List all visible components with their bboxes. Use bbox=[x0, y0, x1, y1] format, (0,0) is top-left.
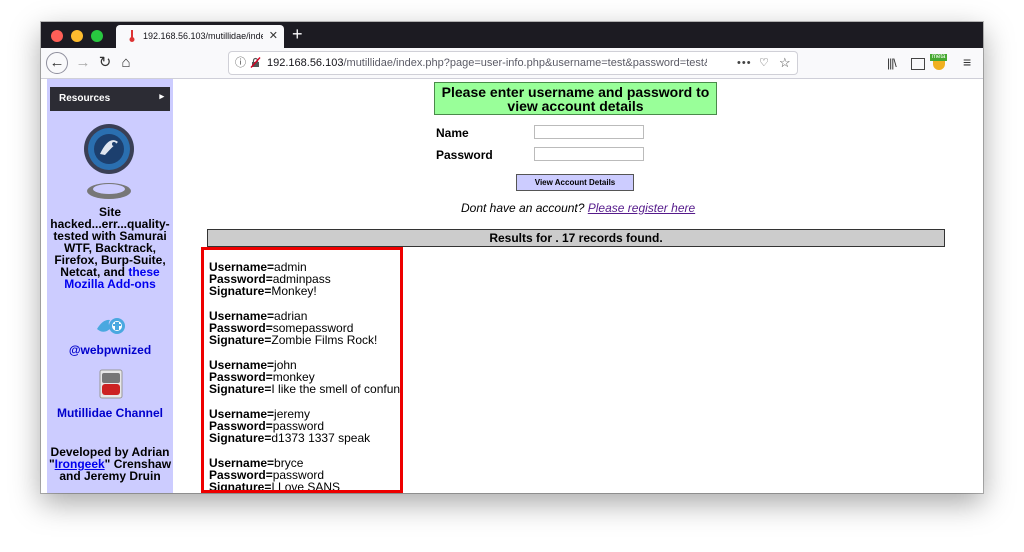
meta-extension-icon[interactable]: meta bbox=[930, 54, 948, 70]
info-icon[interactable]: ⓘ bbox=[235, 52, 246, 74]
developed-by-text: Developed by Adrian "Irongeek" Crenshaw … bbox=[48, 445, 172, 483]
minimize-window-button[interactable] bbox=[71, 30, 83, 42]
results-highlight-box: Username=admin Password=adminpass Signat… bbox=[201, 247, 403, 493]
record-item: Username=adrian Password=somepassword Si… bbox=[209, 309, 378, 347]
maximize-window-button[interactable] bbox=[91, 30, 103, 42]
reload-button[interactable]: ↻ bbox=[96, 52, 114, 74]
site-tested-text: Site hacked...err...quality-tested with … bbox=[50, 205, 170, 291]
close-window-button[interactable] bbox=[51, 30, 63, 42]
library-icon[interactable]: |||\ bbox=[887, 56, 897, 70]
sidebar-toggle-icon[interactable] bbox=[911, 58, 925, 70]
thermometer-favicon-icon bbox=[129, 30, 135, 42]
insecure-lock-icon bbox=[250, 57, 261, 68]
url-bar[interactable]: ⓘ 192.168.56.103/mutillidae/index.php?pa… bbox=[229, 52, 797, 74]
view-account-details-button[interactable]: View Account Details bbox=[516, 174, 634, 191]
name-input[interactable] bbox=[534, 125, 644, 139]
page-content: Resources ▸ Site hacked...err...quality-… bbox=[41, 79, 983, 493]
twitter-link[interactable]: @webpwnized bbox=[47, 343, 173, 357]
left-sidebar: Resources ▸ Site hacked...err...quality-… bbox=[47, 79, 173, 493]
tab-close-icon[interactable]: ✕ bbox=[269, 29, 278, 42]
chevron-right-icon: ▸ bbox=[159, 91, 164, 101]
pocket-icon[interactable]: ♡ bbox=[759, 52, 769, 74]
password-input[interactable] bbox=[534, 147, 644, 161]
resources-menu[interactable]: Resources ▸ bbox=[50, 87, 170, 111]
hamburger-menu-icon[interactable]: ≡ bbox=[963, 54, 971, 70]
results-header: Results for . 17 records found. bbox=[207, 229, 945, 247]
bookmark-star-icon[interactable]: ☆ bbox=[779, 52, 791, 74]
tab-bar: 192.168.56.103/mutillidae/index ✕ + bbox=[41, 22, 983, 48]
record-item: Username=john Password=monkey Signature=… bbox=[209, 358, 403, 396]
record-item: Username=jeremy Password=password Signat… bbox=[209, 407, 371, 445]
back-button[interactable]: ← bbox=[46, 52, 68, 74]
youtube-icon[interactable] bbox=[99, 369, 123, 399]
home-button[interactable]: ⌂ bbox=[117, 52, 135, 74]
nav-bar: ← → ↻ ⌂ ⓘ 192.168.56.103/mutillidae/inde… bbox=[41, 48, 983, 79]
mutillidae-channel-link[interactable]: Mutillidae Channel bbox=[47, 407, 173, 419]
browser-window: 192.168.56.103/mutillidae/index ✕ + ← → … bbox=[41, 22, 983, 493]
tab-title: 192.168.56.103/mutillidae/index bbox=[143, 31, 263, 41]
password-label: Password bbox=[436, 148, 493, 162]
name-label: Name bbox=[436, 126, 469, 140]
record-item: Username=bryce Password=password Signatu… bbox=[209, 456, 341, 493]
meta-badge: meta bbox=[930, 54, 948, 61]
owasp-logo-icon[interactable] bbox=[83, 123, 135, 203]
forward-button[interactable]: → bbox=[74, 52, 92, 74]
new-tab-button[interactable]: + bbox=[292, 24, 303, 44]
page-actions-icon[interactable]: ••• bbox=[737, 52, 752, 74]
register-link[interactable]: Please register here bbox=[588, 201, 695, 215]
record-item: Username=admin Password=adminpass Signat… bbox=[209, 260, 331, 298]
meta-face-icon bbox=[933, 61, 945, 70]
instruction-banner: Please enter username and password to vi… bbox=[434, 82, 717, 115]
main-area: Please enter username and password to vi… bbox=[173, 79, 983, 493]
browser-tab[interactable]: 192.168.56.103/mutillidae/index ✕ bbox=[116, 25, 284, 48]
twitter-bird-icon[interactable] bbox=[95, 315, 125, 337]
url-text: 192.168.56.103/mutillidae/index.php?page… bbox=[267, 57, 707, 69]
register-prompt: Dont have an account? Please register he… bbox=[461, 201, 696, 215]
resources-label: Resources bbox=[59, 93, 111, 104]
